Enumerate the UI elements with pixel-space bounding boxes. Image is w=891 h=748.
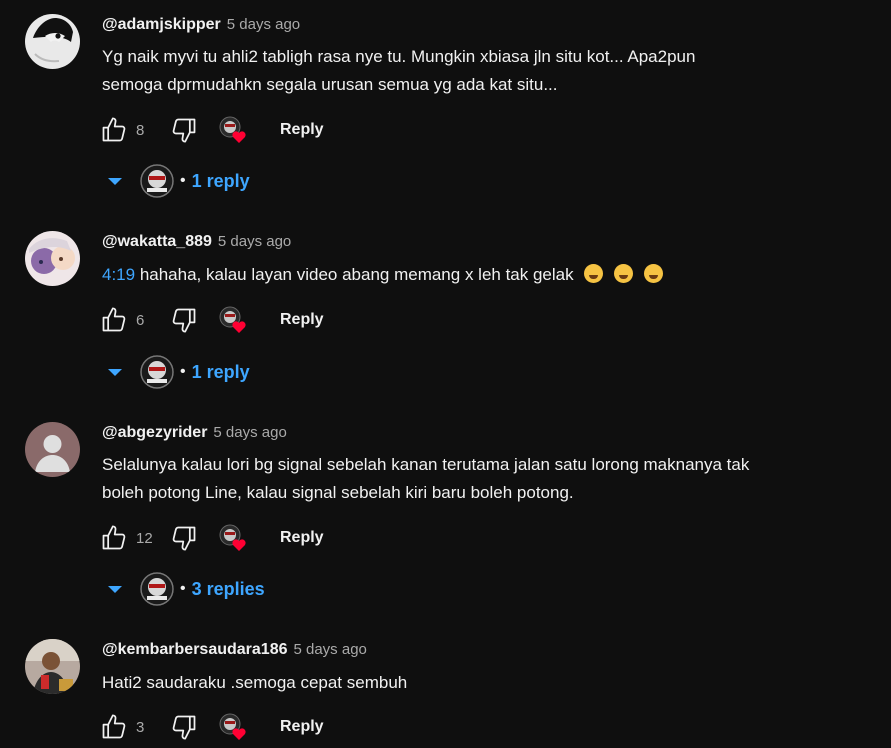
rolling-laughing-emoji-icon — [614, 264, 634, 283]
comment-header: @abgezyrider 5 days ago — [102, 424, 287, 442]
like-count: 3 — [136, 718, 145, 736]
separator-dot: • — [180, 363, 186, 380]
comment-text-line: boleh potong Line, kalau signal sebelah … — [102, 483, 574, 502]
channel-avatar — [140, 572, 174, 606]
comment-time[interactable]: 5 days ago — [218, 233, 291, 250]
channel-avatar — [140, 355, 174, 389]
comment-actions: 3 Reply — [100, 713, 324, 741]
default-avatar-icon — [25, 422, 80, 477]
comment-thread: @wakatta_889 5 days ago 4:19 hahaha, kala… — [0, 231, 891, 401]
separator-dot: • — [180, 580, 186, 597]
comment-text: Yg naik myvi tu ahli2 tabligh rasa nye t… — [102, 43, 862, 99]
avatar-image — [25, 639, 80, 694]
reply-button[interactable]: Reply — [280, 718, 324, 736]
avatar[interactable] — [25, 231, 80, 286]
avatar[interactable] — [25, 639, 80, 694]
caret-down-icon — [108, 585, 122, 593]
thumb-down-icon[interactable] — [170, 524, 198, 552]
comment-text: Hati2 saudaraku .semoga cepat sembuh — [102, 669, 862, 697]
comment-text-body: hahaha, kalau layan video abang memang x… — [135, 265, 574, 284]
comment-text-body: Hati2 saudaraku .semoga cepat sembuh — [102, 673, 408, 692]
thumb-up-icon[interactable] — [100, 524, 128, 552]
channel-avatar — [140, 164, 174, 198]
thumb-down-icon[interactable] — [170, 306, 198, 334]
caret-down-icon — [108, 177, 122, 185]
reply-button[interactable]: Reply — [280, 529, 324, 547]
like-count: 12 — [136, 529, 153, 547]
comment-thread: @kembarbersaudara186 5 days ago Hati2 sau… — [0, 639, 891, 748]
caret-down-icon — [108, 368, 122, 376]
rolling-laughing-emoji-icon — [643, 264, 663, 283]
comment-author[interactable]: @kembarbersaudara186 — [102, 641, 287, 658]
comment-thread: @adamjskipper 5 days ago Yg naik myvi tu … — [0, 14, 891, 204]
creator-heart-icon — [218, 524, 248, 552]
comment-thread: @abgezyrider 5 days ago Selalunya kalau l… — [0, 422, 891, 612]
creator-heart-icon — [218, 713, 248, 741]
comment-time[interactable]: 5 days ago — [227, 16, 300, 33]
avatar-image — [25, 14, 80, 69]
comment-text-line: Yg naik myvi tu ahli2 tabligh rasa nye t… — [102, 47, 696, 66]
thumb-down-icon[interactable] — [170, 713, 198, 741]
thumb-up-icon[interactable] — [100, 306, 128, 334]
comment-actions: 12 Reply — [100, 524, 324, 552]
like-count: 8 — [136, 121, 145, 139]
separator-dot: • — [180, 172, 186, 189]
comment-actions: 6 Reply — [100, 306, 324, 334]
comment-actions: 8 Reply — [100, 116, 324, 144]
view-replies-button[interactable]: • 1 reply — [108, 164, 250, 198]
comment-author[interactable]: @adamjskipper — [102, 16, 221, 33]
comment-header: @kembarbersaudara186 5 days ago — [102, 641, 367, 659]
avatar[interactable] — [25, 14, 80, 69]
comment-text-line: semoga dprmudahkn segala urusan semua yg… — [102, 75, 558, 94]
comment-text-line: Selalunya kalau lori bg signal sebelah k… — [102, 455, 750, 474]
sneezing-face-emoji-icon — [584, 264, 604, 283]
thumb-up-icon[interactable] — [100, 116, 128, 144]
comment-author[interactable]: @wakatta_889 — [102, 233, 212, 250]
replies-count-label: 3 replies — [191, 578, 265, 599]
comment-time[interactable]: 5 days ago — [213, 424, 286, 441]
thumb-down-icon[interactable] — [170, 116, 198, 144]
video-timestamp-link[interactable]: 4:19 — [102, 265, 135, 284]
view-replies-button[interactable]: • 1 reply — [108, 355, 250, 389]
replies-count-label: 1 reply — [191, 361, 250, 382]
creator-heart-icon — [218, 116, 248, 144]
avatar[interactable] — [25, 422, 80, 477]
comment-time[interactable]: 5 days ago — [293, 641, 366, 658]
comment-text: Selalunya kalau lori bg signal sebelah k… — [102, 451, 862, 507]
avatar-image — [25, 231, 80, 286]
comment-header: @wakatta_889 5 days ago — [102, 233, 291, 251]
view-replies-button[interactable]: • 3 replies — [108, 572, 265, 606]
comment-header: @adamjskipper 5 days ago — [102, 16, 300, 34]
comment-text: 4:19 hahaha, kalau layan video abang mem… — [102, 261, 862, 289]
reply-button[interactable]: Reply — [280, 121, 324, 139]
like-count: 6 — [136, 311, 145, 329]
creator-heart-icon — [218, 306, 248, 334]
reply-button[interactable]: Reply — [280, 311, 324, 329]
thumb-up-icon[interactable] — [100, 713, 128, 741]
replies-count-label: 1 reply — [191, 170, 250, 191]
comment-author[interactable]: @abgezyrider — [102, 424, 207, 441]
